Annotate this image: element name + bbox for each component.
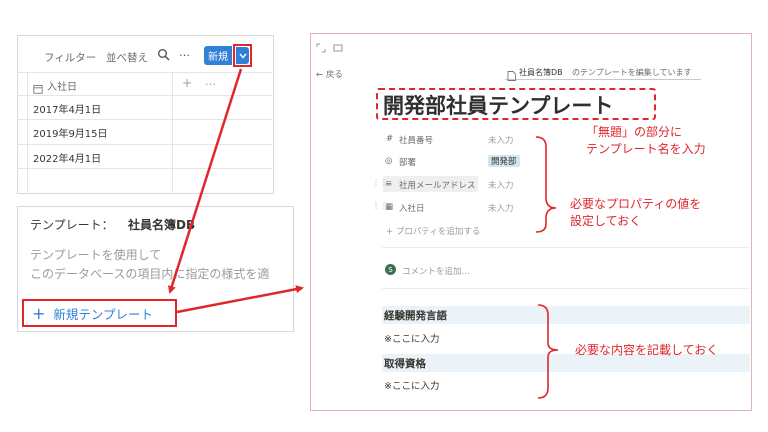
annotation-arrows: [168, 68, 559, 399]
